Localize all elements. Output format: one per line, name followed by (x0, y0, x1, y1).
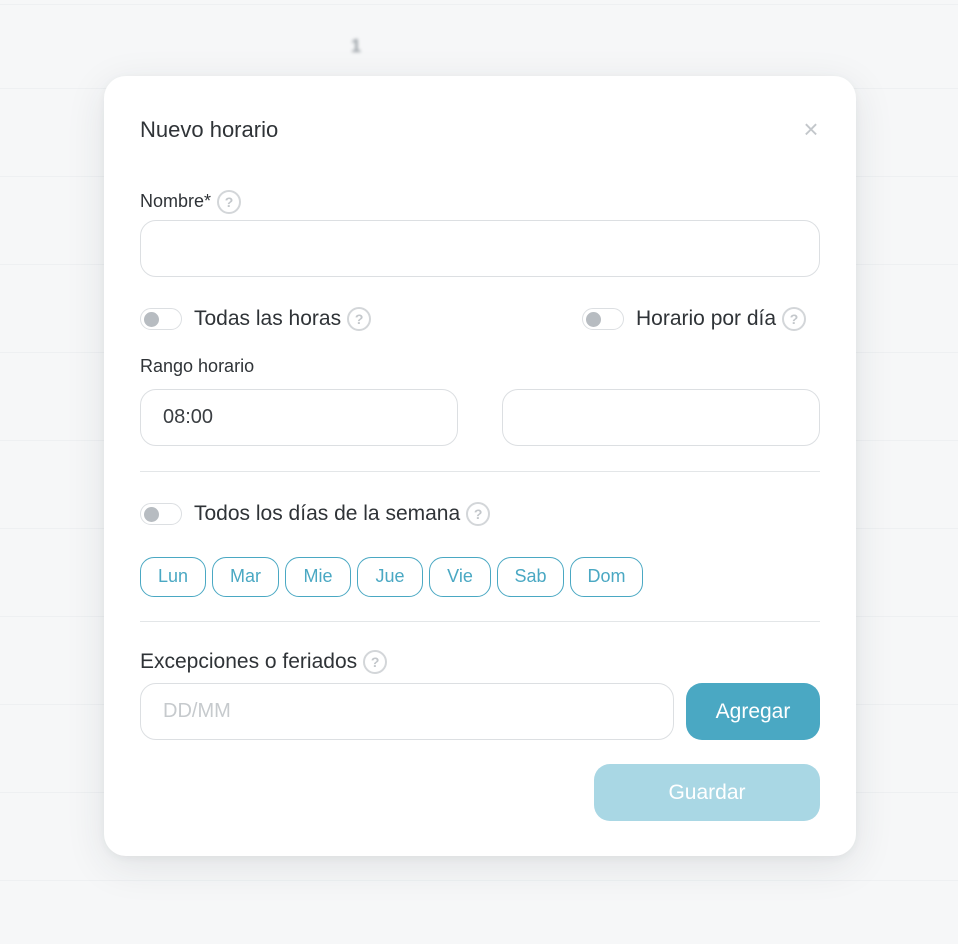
toggle-knob (586, 312, 601, 327)
day-chip-sab[interactable]: Sab (497, 557, 564, 597)
help-icon[interactable]: ? (347, 307, 372, 332)
new-schedule-modal: Nuevo horario × Nombre*? Todas las horas… (104, 76, 856, 856)
close-icon[interactable]: × (798, 116, 824, 142)
per-day-toggle[interactable] (582, 308, 624, 330)
exceptions-label: Excepciones o feriados (140, 650, 358, 673)
save-button[interactable]: Guardar (594, 764, 820, 821)
day-chip-mie[interactable]: Mie (285, 557, 351, 597)
toggle-knob (144, 507, 159, 522)
all-days-toggle[interactable] (140, 503, 182, 525)
exception-date-input[interactable] (140, 683, 674, 740)
name-label: Nombre* (140, 190, 212, 211)
per-day-label-row: Horario por día? (636, 307, 807, 332)
name-input[interactable] (140, 220, 820, 277)
per-day-label: Horario por día (636, 307, 777, 330)
help-icon[interactable]: ? (466, 502, 491, 527)
end-time-input[interactable] (502, 389, 820, 446)
weekday-selector: Lun Mar Mie Jue Vie Sab Dom (140, 557, 643, 597)
all-days-label-row: Todos los días de la semana? (194, 502, 491, 527)
day-chip-dom[interactable]: Dom (570, 557, 643, 597)
background-divider (0, 4, 958, 5)
all-days-label: Todos los días de la semana (194, 502, 461, 525)
help-icon[interactable]: ? (217, 190, 242, 214)
all-hours-label-row: Todas las horas? (194, 307, 372, 332)
toggle-knob (144, 312, 159, 327)
start-time-input[interactable] (140, 389, 458, 446)
background-divider (0, 880, 958, 881)
name-label-row: Nombre*? (140, 190, 242, 214)
day-chip-vie[interactable]: Vie (429, 557, 491, 597)
section-divider (140, 621, 820, 622)
exceptions-label-row: Excepciones o feriados? (140, 650, 388, 675)
modal-title: Nuevo horario (140, 117, 279, 142)
help-icon[interactable]: ? (782, 307, 807, 332)
time-range-label: Rango horario (140, 356, 255, 376)
day-chip-lun[interactable]: Lun (140, 557, 206, 597)
day-chip-jue[interactable]: Jue (357, 557, 423, 597)
all-hours-toggle[interactable] (140, 308, 182, 330)
all-hours-label: Todas las horas (194, 307, 342, 330)
section-divider (140, 471, 820, 472)
background-page-number: 1 (351, 36, 362, 56)
add-exception-button[interactable]: Agregar (686, 683, 820, 740)
help-icon[interactable]: ? (363, 650, 388, 675)
day-chip-mar[interactable]: Mar (212, 557, 279, 597)
